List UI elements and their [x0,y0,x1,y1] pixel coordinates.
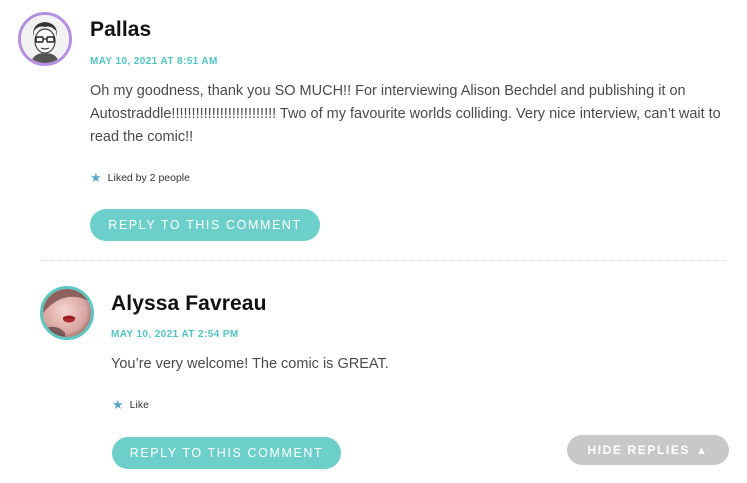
avatar[interactable] [18,12,72,66]
comment-divider [40,260,726,261]
comment-text: Oh my goodness, thank you SO MUCH!! For … [90,83,721,145]
star-icon: ★ [112,397,124,412]
comments-section: Pallas MAY 10, 2021 AT 8:51 AM Oh my goo… [0,0,747,483]
avatar-image [21,15,69,63]
reply-button[interactable]: REPLY TO THIS COMMENT [90,209,320,241]
comment-author[interactable]: Pallas [90,18,151,42]
hide-replies-button[interactable]: HIDE REPLIES ▲ [567,435,729,465]
comment-date[interactable]: MAY 10, 2021 AT 8:51 AM [90,56,218,67]
star-icon: ★ [90,170,102,185]
caret-up-icon: ▲ [696,445,709,457]
comment-text: You’re very welcome! The comic is GREAT. [111,356,389,372]
comment-date[interactable]: MAY 10, 2021 AT 2:54 PM [111,329,239,340]
comment-author[interactable]: Alyssa Favreau [111,292,267,316]
like-label[interactable]: Like [130,399,149,411]
avatar[interactable] [40,286,94,340]
reply-button[interactable]: REPLY TO THIS COMMENT [112,437,341,469]
likes-label[interactable]: Liked by 2 people [108,172,190,184]
comment-pallas: Pallas MAY 10, 2021 AT 8:51 AM Oh my goo… [0,0,747,262]
like-status[interactable]: ★ Liked by 2 people [90,170,190,185]
like-button[interactable]: ★ Like [112,397,149,412]
avatar-image [43,289,91,337]
hide-replies-label: HIDE REPLIES [587,443,691,457]
